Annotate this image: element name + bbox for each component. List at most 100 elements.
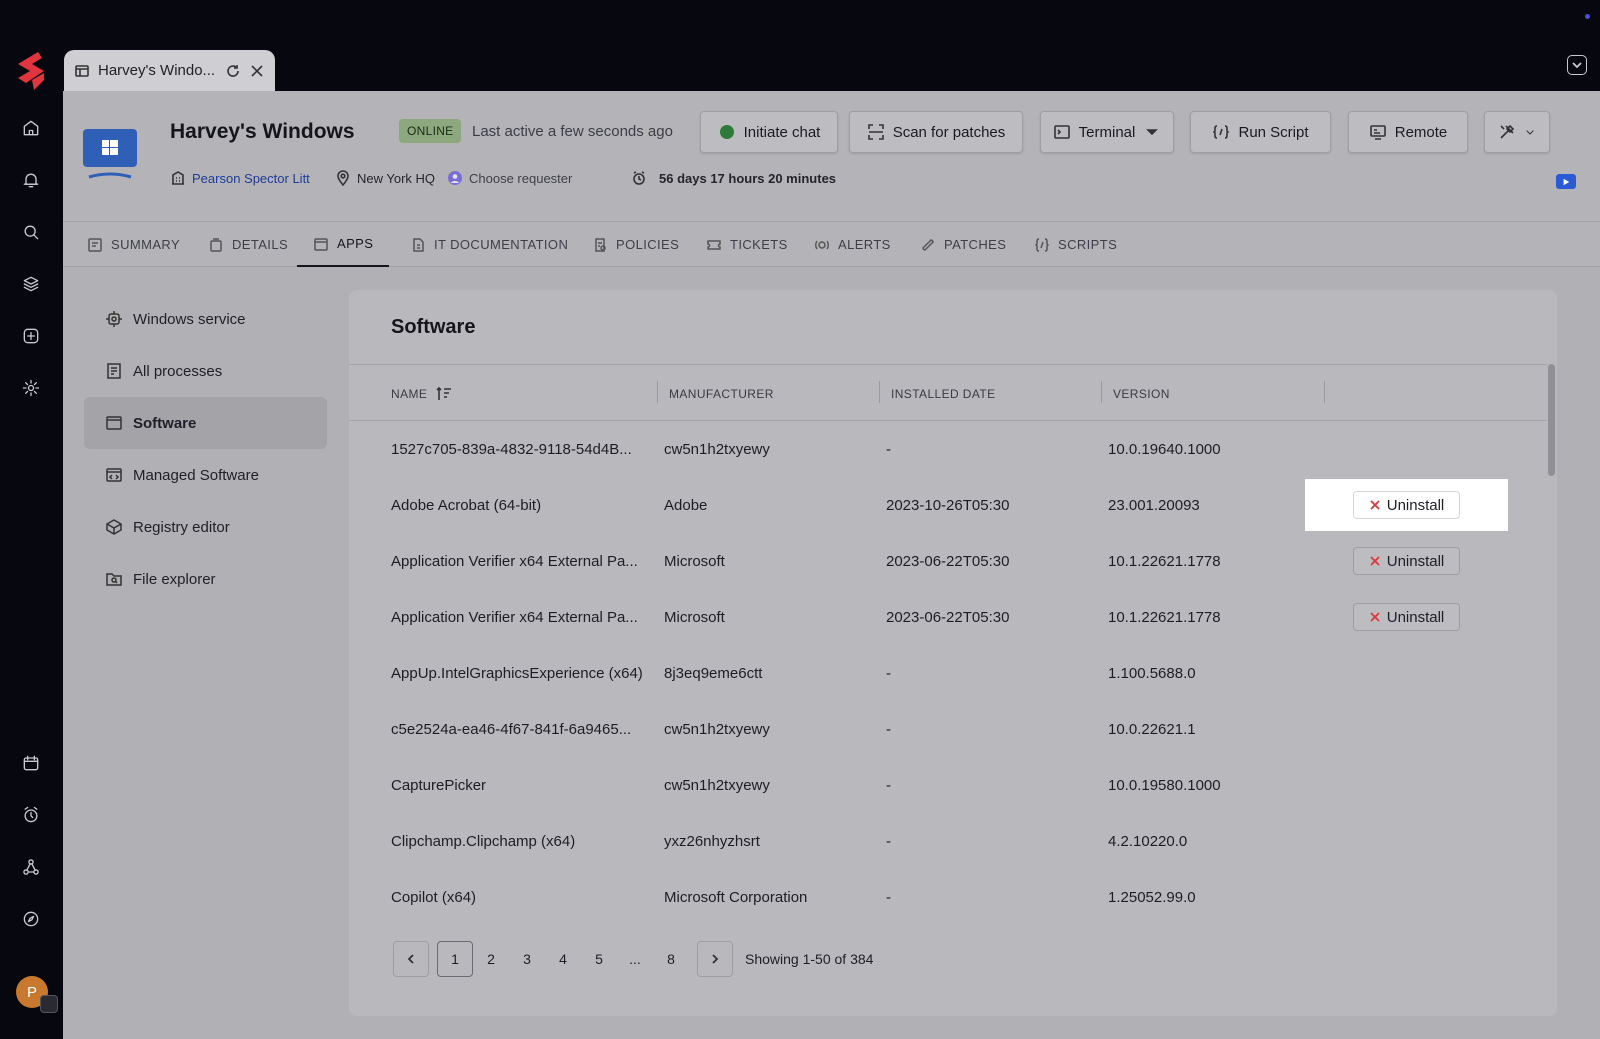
column-divider bbox=[1324, 381, 1325, 403]
subnav-windows-service[interactable]: Windows service bbox=[84, 293, 327, 345]
tab-policies[interactable]: POLICIES bbox=[592, 222, 679, 267]
windows-device-icon bbox=[83, 129, 137, 179]
subnav-managed-software[interactable]: Managed Software bbox=[84, 449, 327, 501]
cell-version: 10.0.22621.1 bbox=[1108, 721, 1196, 738]
cube-icon bbox=[106, 519, 122, 535]
page-number[interactable]: 5 bbox=[581, 941, 617, 977]
page-ellipsis: ... bbox=[629, 951, 641, 967]
sort-icon[interactable] bbox=[435, 385, 453, 403]
tab-label: POLICIES bbox=[616, 237, 680, 252]
column-divider bbox=[1101, 381, 1102, 403]
next-page-button[interactable] bbox=[697, 941, 733, 977]
add-box-icon[interactable] bbox=[19, 324, 43, 348]
tab-summary[interactable]: SUMMARY bbox=[87, 222, 180, 267]
table-header: NAME MANUFACTURER INSTALLED DATE VERSION bbox=[349, 364, 1547, 421]
table-row[interactable]: Application Verifier x64 External Pa... M… bbox=[349, 589, 1547, 646]
alarm-clock-icon[interactable] bbox=[19, 803, 43, 827]
tab-alerts[interactable]: ALERTS bbox=[814, 222, 891, 267]
cell-name: Adobe Acrobat (64-bit) bbox=[391, 497, 542, 514]
tab-details[interactable]: DETAILS bbox=[208, 222, 288, 267]
uninstall-label: Uninstall bbox=[1386, 608, 1445, 626]
table-row[interactable]: AppUp.IntelGraphicsExperience (x64) 8j3eq… bbox=[349, 645, 1547, 702]
run-script-label: Run Script bbox=[1238, 123, 1309, 141]
cell-version: 1.100.5688.0 bbox=[1108, 665, 1196, 682]
table-row[interactable]: 1527c705-839a-4832-9118-54d4B... cw5n1h2t… bbox=[349, 421, 1547, 478]
device-window-tab[interactable]: Harvey's Windo... bbox=[64, 50, 275, 91]
qr-badge-icon[interactable] bbox=[40, 995, 58, 1013]
compass-icon[interactable] bbox=[19, 907, 43, 931]
tab-label: TICKETS bbox=[730, 237, 788, 252]
cell-installed: - bbox=[886, 777, 891, 794]
tab-title: Harvey's Windo... bbox=[98, 62, 216, 79]
subnav-label: Software bbox=[133, 414, 197, 432]
page-number[interactable]: 3 bbox=[509, 941, 545, 977]
remote-monitor-icon bbox=[1369, 125, 1386, 140]
table-row[interactable]: Application Verifier x64 External Pa... M… bbox=[349, 533, 1547, 590]
column-name-header[interactable]: NAME bbox=[391, 365, 453, 422]
left-rail: P bbox=[0, 0, 63, 1039]
uninstall-button[interactable]: Uninstall bbox=[1353, 603, 1460, 631]
subnav-file-explorer[interactable]: File explorer bbox=[84, 553, 327, 605]
device-header: Harvey's Windows ONLINE Last active a fe… bbox=[63, 91, 1600, 222]
cell-version: 10.1.22621.1778 bbox=[1108, 609, 1221, 626]
table-row[interactable]: Clipchamp.Clipchamp (x64) yxz26nhyzhsrt - 4… bbox=[349, 813, 1547, 870]
video-tutorial-icon[interactable] bbox=[1556, 174, 1576, 189]
organization-link[interactable]: Pearson Spector Litt bbox=[170, 170, 310, 186]
table-row[interactable]: Adobe Acrobat (64-bit) Adobe 2023-10-26T05… bbox=[349, 477, 1547, 534]
column-divider bbox=[879, 381, 880, 403]
app-logo[interactable] bbox=[12, 50, 50, 92]
choose-requester[interactable]: Choose requester bbox=[447, 170, 572, 186]
chevron-down-icon[interactable] bbox=[1567, 55, 1587, 75]
scan-patches-button[interactable]: Scan for patches bbox=[849, 111, 1023, 153]
cell-installed: - bbox=[886, 441, 891, 458]
terminal-dropdown-button[interactable]: Terminal bbox=[1040, 111, 1174, 153]
uninstall-label: Uninstall bbox=[1386, 552, 1445, 570]
table-scrollbar[interactable] bbox=[1548, 364, 1555, 476]
remote-label: Remote bbox=[1394, 123, 1448, 141]
initiate-chat-button[interactable]: Initiate chat bbox=[700, 111, 838, 153]
page-number[interactable]: 1 bbox=[437, 941, 473, 977]
subnav-all-processes[interactable]: All processes bbox=[84, 345, 327, 397]
home-icon[interactable] bbox=[19, 116, 43, 140]
subnav-software[interactable]: Software bbox=[84, 397, 327, 449]
remote-button[interactable]: Remote bbox=[1348, 111, 1468, 153]
cell-installed: 2023-06-22T05:30 bbox=[886, 609, 1010, 626]
run-script-button[interactable]: Run Script bbox=[1190, 111, 1331, 153]
subnav-registry-editor[interactable]: Registry editor bbox=[84, 501, 327, 553]
prev-page-button[interactable] bbox=[393, 941, 429, 977]
close-icon[interactable] bbox=[249, 63, 265, 79]
requester-label: Choose requester bbox=[469, 170, 573, 186]
page-number[interactable]: 2 bbox=[473, 941, 509, 977]
bell-icon[interactable] bbox=[19, 168, 43, 192]
subnav-label: Windows service bbox=[133, 310, 246, 328]
table-row[interactable]: CapturePicker cw5n1h2txyewy - 10.0.19580.10… bbox=[349, 757, 1547, 814]
results-summary: Showing 1-50 of 384 bbox=[745, 951, 874, 967]
map-pin-icon bbox=[337, 170, 349, 186]
network-nodes-icon[interactable] bbox=[19, 855, 43, 879]
tab-it-documentation[interactable]: IT DOCUMENTATION bbox=[410, 222, 568, 267]
uninstall-button[interactable]: Uninstall bbox=[1353, 491, 1460, 519]
cell-name: AppUp.IntelGraphicsExperience (x64) bbox=[391, 665, 643, 682]
cell-manufacturer: cw5n1h2txyewy bbox=[664, 721, 770, 738]
window-icon bbox=[75, 64, 89, 77]
column-installed-header[interactable]: INSTALLED DATE bbox=[891, 365, 996, 422]
tab-tickets[interactable]: TICKETS bbox=[706, 222, 788, 267]
column-version-header[interactable]: VERSION bbox=[1113, 365, 1170, 422]
page-number[interactable]: 8 bbox=[653, 941, 689, 977]
layers-icon[interactable] bbox=[19, 272, 43, 296]
tools-icon bbox=[1500, 124, 1515, 139]
tools-dropdown-button[interactable] bbox=[1484, 111, 1550, 153]
refresh-icon[interactable] bbox=[225, 63, 241, 79]
gear-icon[interactable] bbox=[19, 376, 43, 400]
page-number[interactable]: 4 bbox=[545, 941, 581, 977]
uninstall-button[interactable]: Uninstall bbox=[1353, 547, 1460, 575]
calendar-icon[interactable] bbox=[19, 751, 43, 775]
tab-scripts[interactable]: SCRIPTS bbox=[1034, 222, 1117, 267]
search-icon[interactable] bbox=[19, 220, 43, 244]
tab-patches[interactable]: PATCHES bbox=[920, 222, 1006, 267]
table-row[interactable]: c5e2524a-ea46-4f67-841f-6a9465... cw5n1h2… bbox=[349, 701, 1547, 758]
tab-apps[interactable]: APPS bbox=[297, 222, 390, 267]
terminal-label: Terminal bbox=[1078, 123, 1136, 141]
table-row[interactable]: Copilot (x64) Microsoft Corporation - 1.250… bbox=[349, 869, 1547, 926]
column-manufacturer-header[interactable]: MANUFACTURER bbox=[669, 365, 774, 422]
